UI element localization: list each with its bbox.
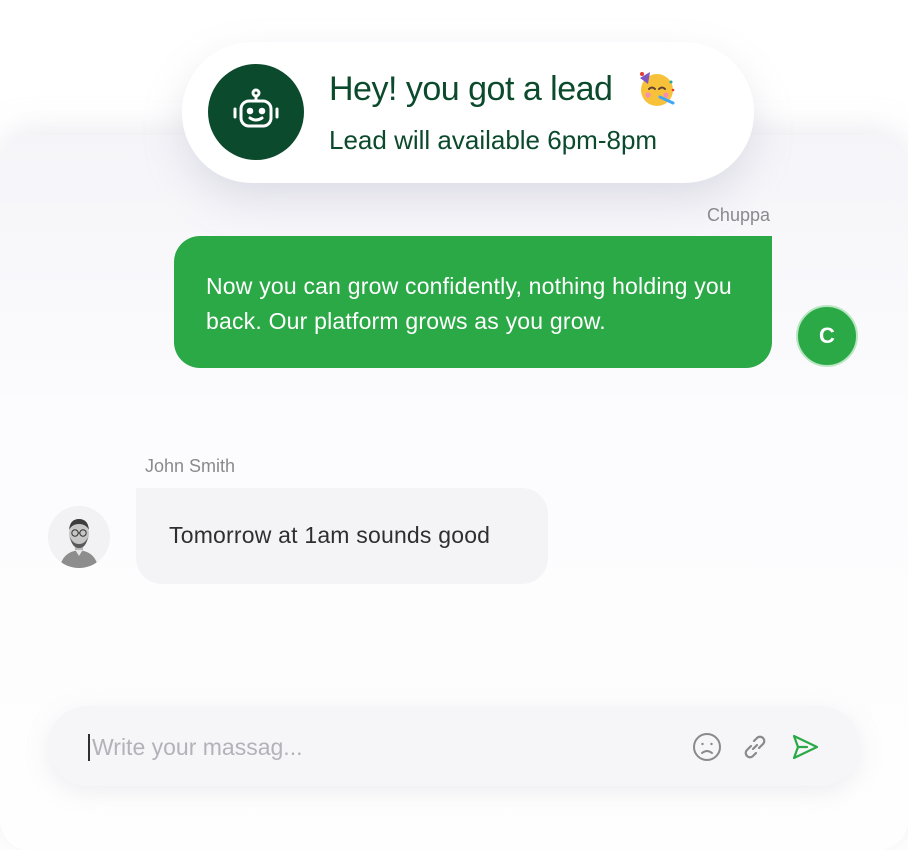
message-input[interactable] xyxy=(92,730,652,764)
user-photo-avatar[interactable] xyxy=(48,506,110,568)
avatar[interactable]: C xyxy=(796,305,858,367)
outgoing-message-bubble: Now you can grow confidently, nothing ho… xyxy=(174,236,772,368)
link-icon[interactable] xyxy=(738,730,772,764)
partying-face-emoji-icon xyxy=(638,70,676,108)
chat-stage: Hey! you got a lead Lead will available … xyxy=(0,0,908,850)
incoming-message-bubble: Tomorrow at 1am sounds good xyxy=(136,488,548,584)
sender-name: Chuppa xyxy=(706,205,770,225)
notification-subtitle: Lead will available 6pm-8pm xyxy=(329,125,658,155)
notification-title: Hey! you got a lead xyxy=(329,70,613,108)
text-cursor xyxy=(88,734,90,761)
sender-name: John Smith xyxy=(145,456,236,476)
send-icon[interactable] xyxy=(788,730,822,764)
robot-icon xyxy=(208,64,304,160)
smiley-icon[interactable] xyxy=(690,730,724,764)
